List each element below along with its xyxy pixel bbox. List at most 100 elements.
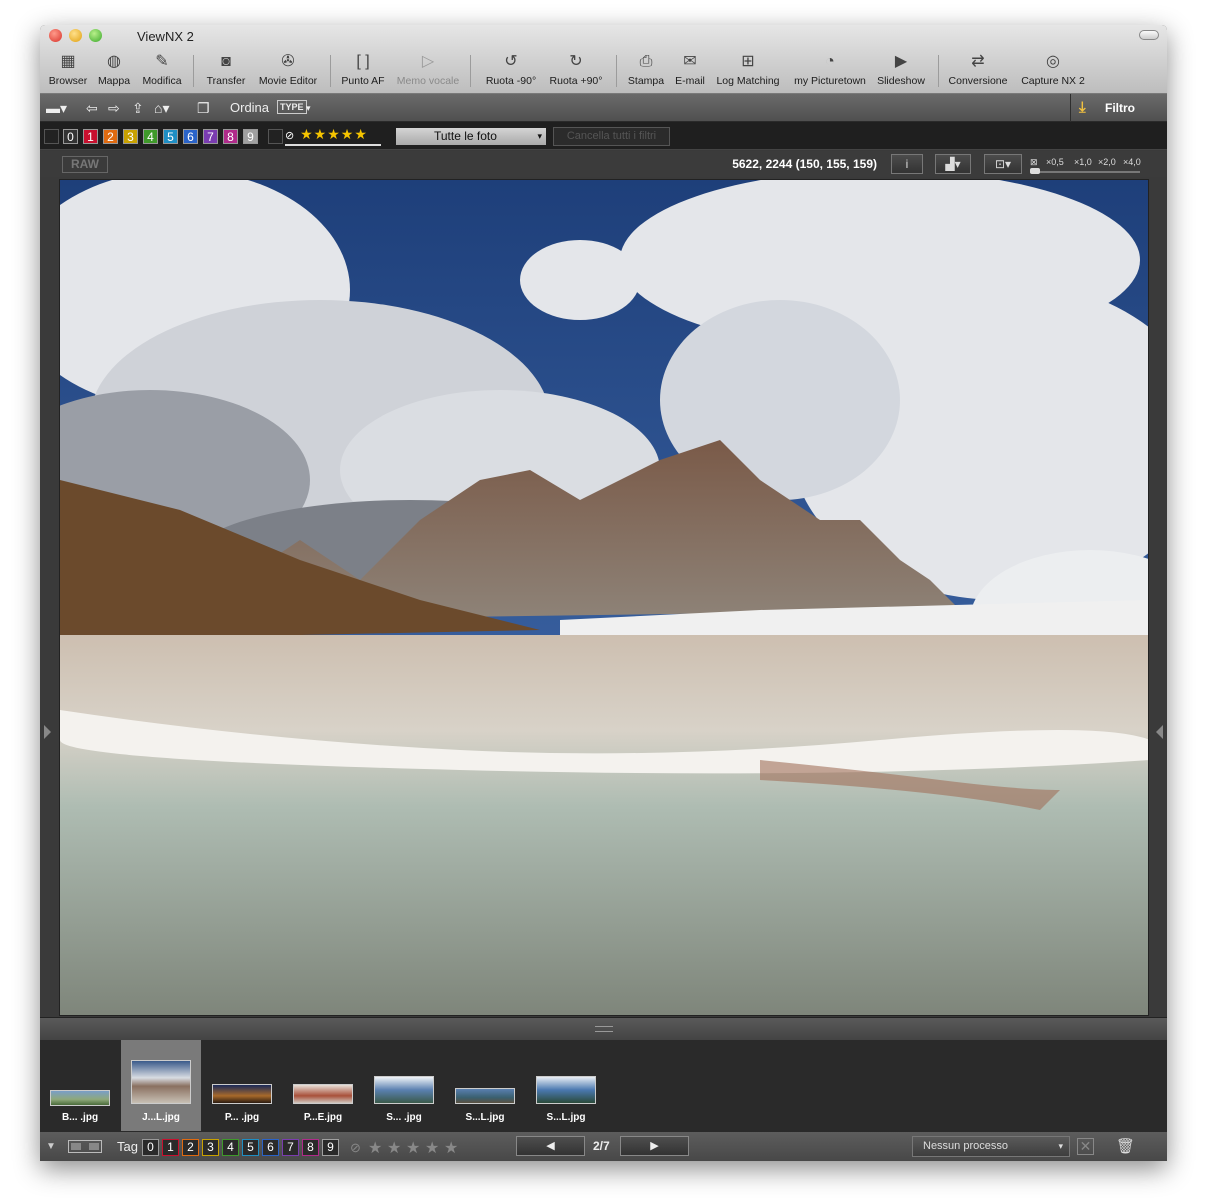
toolbar-browser-button[interactable]: ▦ Browser xyxy=(48,51,88,91)
label-filter-5[interactable]: 5 xyxy=(163,129,178,144)
toolbar-memo-vocale-button[interactable]: ▷ Memo vocale xyxy=(394,51,462,91)
zoom-fit-icon: ⊠ xyxy=(1030,157,1038,167)
close-icon: ✕ xyxy=(1079,1138,1092,1154)
tag-label-0[interactable]: 0 xyxy=(142,1139,159,1156)
tag-label-8[interactable]: 8 xyxy=(302,1139,319,1156)
window-copy-button[interactable]: ❐ xyxy=(197,98,217,118)
filmstrip-view-button[interactable] xyxy=(68,1140,102,1153)
dropdown-value: Tutte le foto xyxy=(434,129,497,143)
forward-button[interactable]: ⇨ xyxy=(108,98,126,118)
rating-filter[interactable]: ⊘ ★★★★★ xyxy=(285,126,368,146)
toolbar-email-button[interactable]: ✉ E-mail xyxy=(670,51,710,91)
toolbar-label: Punto AF xyxy=(341,75,385,87)
label-filter-3[interactable]: 3 xyxy=(123,129,138,144)
label-filter-4[interactable]: 4 xyxy=(143,129,158,144)
info-button[interactable]: i xyxy=(891,154,923,174)
page-indicator: 2/7 xyxy=(593,1139,610,1153)
toolbar-my-picturetown-button[interactable]: ◔ my Picturetown xyxy=(790,51,870,91)
thumbnail[interactable]: B... .jpg xyxy=(40,1040,120,1131)
toolbar-conversione-button[interactable]: ⇄ Conversione xyxy=(946,51,1010,91)
zoom-window-button[interactable] xyxy=(89,29,102,42)
tag-label-4[interactable]: 4 xyxy=(222,1139,239,1156)
zoom-level[interactable]: ×0,5 xyxy=(1046,157,1064,167)
download-icon: ⤓ xyxy=(1079,99,1086,116)
toolbar-punto-af-button[interactable]: [ ] Punto AF xyxy=(338,51,388,91)
clear-filters-button[interactable]: Cancella tutti i filtri xyxy=(553,127,670,146)
tag-label-6[interactable]: 6 xyxy=(262,1139,279,1156)
label-filter-7[interactable]: 7 xyxy=(203,129,218,144)
next-image-arrow[interactable] xyxy=(1156,725,1163,739)
toolbar-mappa-button[interactable]: ◍ Mappa xyxy=(94,51,134,91)
tag-label-7[interactable]: 7 xyxy=(282,1139,299,1156)
zoom-level[interactable]: ×2,0 xyxy=(1098,157,1116,167)
up-folder-button[interactable]: ⇪ xyxy=(132,98,150,118)
toolbar-toggle-button[interactable] xyxy=(1139,30,1159,40)
photo-filter-dropdown[interactable]: Tutte le foto ▾ xyxy=(396,128,546,145)
thumbnail[interactable]: P... .jpg xyxy=(202,1040,282,1131)
tag-label-2[interactable]: 2 xyxy=(182,1139,199,1156)
sort-type-dropdown[interactable]: TYPE xyxy=(277,100,307,114)
rating-range-slider[interactable] xyxy=(285,144,381,146)
toolbar-modifica-button[interactable]: ✎ Modifica xyxy=(138,51,186,91)
label-filter-0[interactable]: 0 xyxy=(63,129,78,144)
thumbnail[interactable]: S...L.jpg xyxy=(526,1040,606,1131)
zoom-level[interactable]: ×4,0 xyxy=(1123,157,1141,167)
thumbnail[interactable]: S...L.jpg xyxy=(445,1040,525,1131)
trash-button[interactable]: 🗑 xyxy=(1116,1137,1135,1155)
label-filter-1[interactable]: 1 xyxy=(83,129,98,144)
zoom-slider-handle[interactable] xyxy=(1030,168,1040,174)
star-icon[interactable]: ★ xyxy=(368,1138,382,1158)
no-rating-icon[interactable]: ⊘ xyxy=(350,1140,361,1156)
collapse-filmstrip-button[interactable]: ▼ xyxy=(46,1138,56,1156)
mail-icon: ✉ xyxy=(683,53,697,70)
star-icon[interactable]: ★ xyxy=(387,1138,401,1158)
previous-image-arrow[interactable] xyxy=(44,725,51,739)
close-window-button[interactable] xyxy=(49,29,62,42)
histogram-button[interactable]: ▟▾ xyxy=(935,154,971,174)
star-icon[interactable]: ★ xyxy=(444,1138,458,1158)
previous-page-button[interactable]: ◀ xyxy=(516,1136,585,1156)
toolbar-movie-editor-button[interactable]: ✇ Movie Editor xyxy=(254,51,322,91)
tag-label-5[interactable]: 5 xyxy=(242,1139,259,1156)
toolbar-slideshow-button[interactable]: ▶ Slideshow xyxy=(874,51,928,91)
tag-label-3[interactable]: 3 xyxy=(202,1139,219,1156)
thumbnail[interactable]: P...E.jpg xyxy=(283,1040,363,1131)
toolbar-label: Transfer xyxy=(206,75,246,87)
rating-checkbox[interactable] xyxy=(268,129,283,144)
favorites-menu-button[interactable]: ⌂▾ xyxy=(154,98,184,118)
label-filter-8[interactable]: 8 xyxy=(223,129,238,144)
back-button[interactable]: ⇦ xyxy=(86,98,104,118)
star-icon[interactable]: ★ xyxy=(425,1138,439,1158)
navigation-bar: ▬▾ ⇦ ⇨ ⇪ ⌂▾ ❐ Ordina TYPE ▾ ⤓ Filtro xyxy=(40,94,1167,122)
toolbar-transfer-button[interactable]: ◙ Transfer xyxy=(202,51,250,91)
process-dropdown[interactable]: Nessun processo ▾ xyxy=(912,1136,1070,1157)
cancel-process-button[interactable]: ✕ xyxy=(1077,1138,1094,1155)
toolbar-rotate-left-button[interactable]: ↺ Ruota -90° xyxy=(480,51,542,91)
layout-menu-button[interactable]: ▬▾ xyxy=(46,98,74,118)
filter-panel-button[interactable]: ⤓ Filtro xyxy=(1070,94,1167,122)
star-icon[interactable]: ★ xyxy=(406,1138,420,1158)
zoom-level[interactable]: ×1,0 xyxy=(1074,157,1092,167)
tag-label-1[interactable]: 1 xyxy=(162,1139,179,1156)
toolbar-log-matching-button[interactable]: ⊞ Log Matching xyxy=(713,51,783,91)
rotate-left-icon: ↺ xyxy=(504,53,518,70)
fit-screen-button[interactable]: ⊡▾ xyxy=(984,154,1022,174)
thumbnail-selected[interactable]: J...L.jpg xyxy=(121,1040,201,1131)
label-filter-9[interactable]: 9 xyxy=(243,129,258,144)
zoom-slider-track[interactable] xyxy=(1030,171,1140,173)
label-filter-2[interactable]: 2 xyxy=(103,129,118,144)
log-matching-icon: ⊞ xyxy=(741,53,755,70)
toolbar-label: Capture NX 2 xyxy=(1021,75,1085,87)
landscape-photo xyxy=(60,180,1148,1015)
next-page-button[interactable]: ▶ xyxy=(620,1136,689,1156)
toolbar-capture-nx-button[interactable]: ◎ Capture NX 2 xyxy=(1018,51,1088,91)
thumbnail-label: P... .jpg xyxy=(224,1112,260,1123)
thumbnail[interactable]: S... .jpg xyxy=(364,1040,444,1131)
toolbar-stampa-button[interactable]: ⎙ Stampa xyxy=(624,51,668,91)
tag-label-9[interactable]: 9 xyxy=(322,1139,339,1156)
label-filter-6[interactable]: 6 xyxy=(183,129,198,144)
minimize-window-button[interactable] xyxy=(69,29,82,42)
pane-splitter[interactable] xyxy=(40,1017,1167,1040)
filter-checkbox[interactable] xyxy=(44,129,59,144)
toolbar-rotate-right-button[interactable]: ↻ Ruota +90° xyxy=(544,51,608,91)
